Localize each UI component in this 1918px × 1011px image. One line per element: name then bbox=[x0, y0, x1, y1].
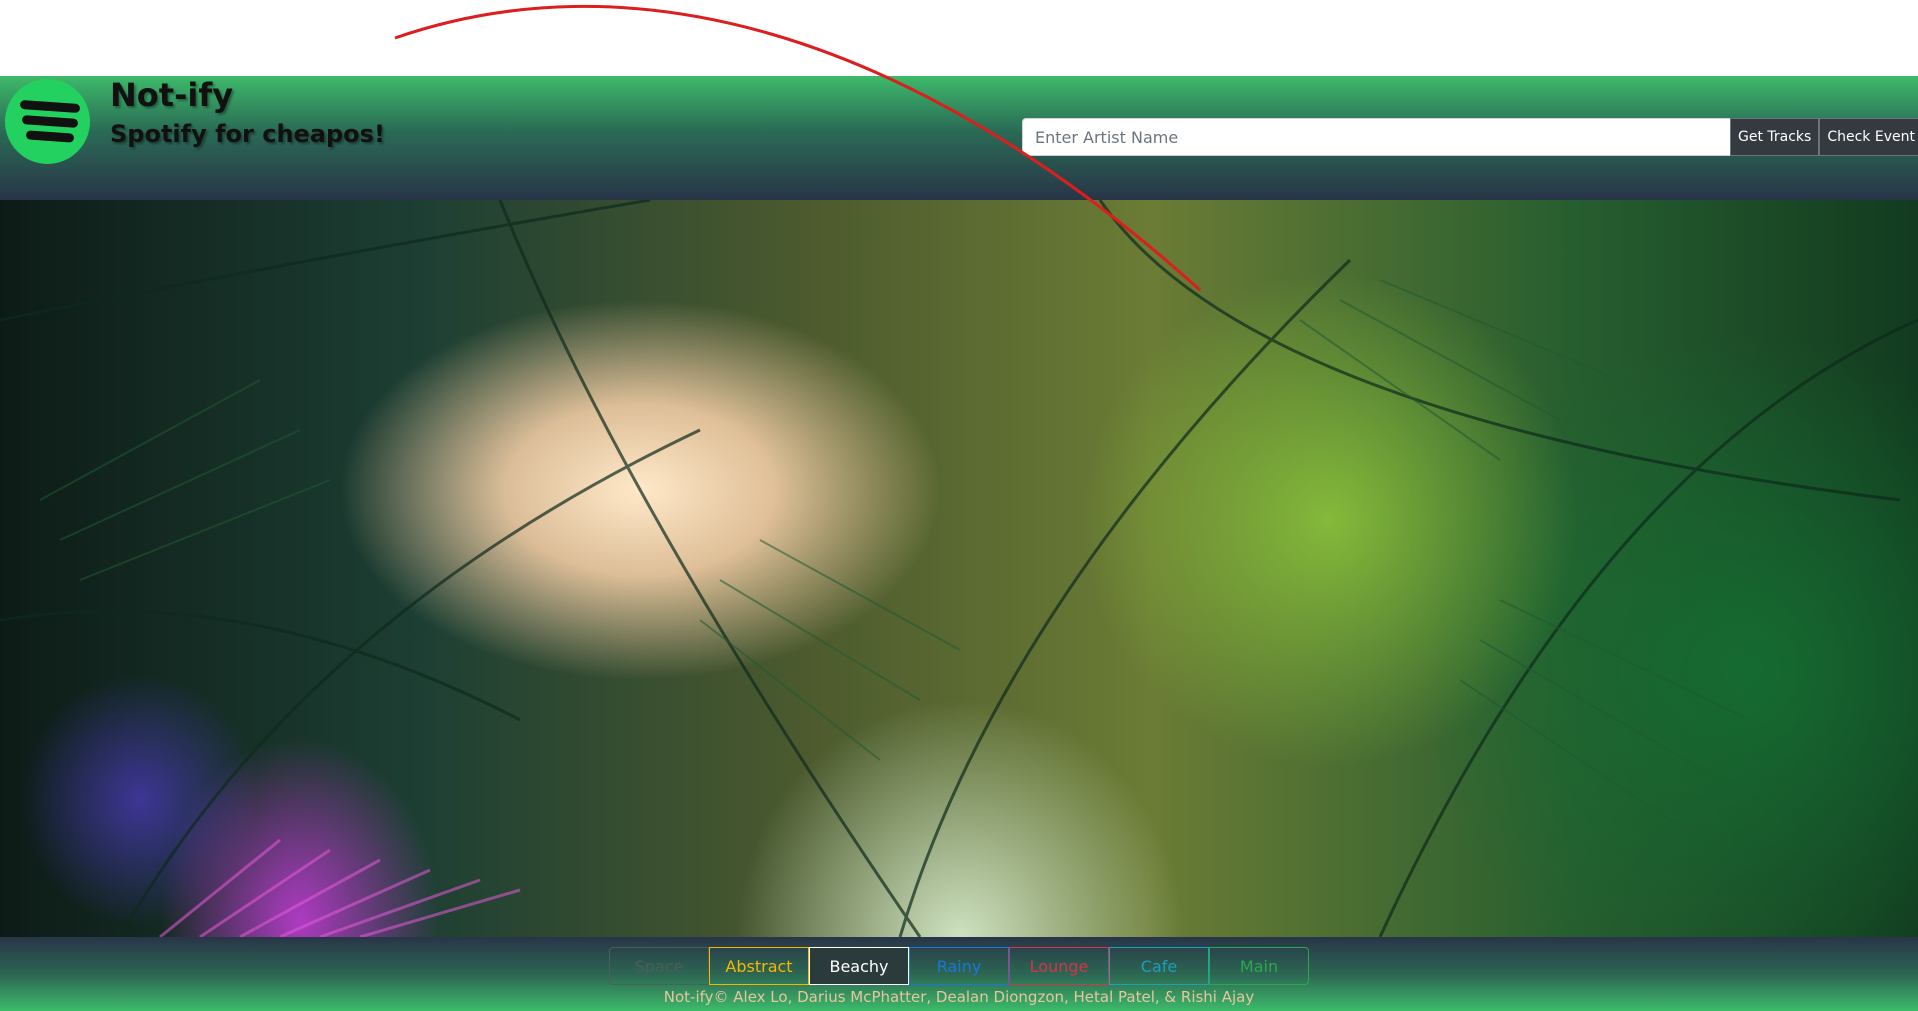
site-subtitle: Spotify for cheapos! bbox=[110, 120, 385, 148]
theme-button-cafe[interactable]: Cafe bbox=[1109, 947, 1209, 985]
logo-wave bbox=[19, 99, 80, 114]
site-footer: Space Abstract Beachy Rainy Lounge Cafe … bbox=[0, 937, 1918, 1011]
theme-button-abstract[interactable]: Abstract bbox=[709, 947, 809, 985]
hero-background-image bbox=[0, 200, 1918, 937]
get-tracks-button[interactable]: Get Tracks bbox=[1730, 118, 1820, 156]
theme-button-group: Space Abstract Beachy Rainy Lounge Cafe … bbox=[609, 947, 1309, 985]
theme-button-space[interactable]: Space bbox=[609, 947, 709, 985]
logo-wave bbox=[25, 130, 74, 143]
artist-search-group: Get Tracks Check Event bbox=[1022, 118, 1918, 156]
spotify-logo-icon[interactable] bbox=[5, 79, 90, 164]
site-header: Not-ify Spotify for cheapos! Get Tracks … bbox=[0, 76, 1918, 200]
site-title: Not-ify bbox=[110, 76, 234, 114]
theme-button-main[interactable]: Main bbox=[1209, 947, 1309, 985]
footer-credit: Not-ify© Alex Lo, Darius McPhatter, Deal… bbox=[663, 988, 1255, 1006]
check-event-button[interactable]: Check Event bbox=[1819, 118, 1918, 156]
palm-fronds-illustration bbox=[0, 200, 1918, 937]
theme-button-lounge[interactable]: Lounge bbox=[1009, 947, 1109, 985]
artist-name-input[interactable] bbox=[1022, 118, 1730, 156]
theme-button-rainy[interactable]: Rainy bbox=[909, 947, 1009, 985]
theme-button-beachy[interactable]: Beachy bbox=[809, 947, 909, 985]
logo-wave bbox=[21, 115, 78, 128]
